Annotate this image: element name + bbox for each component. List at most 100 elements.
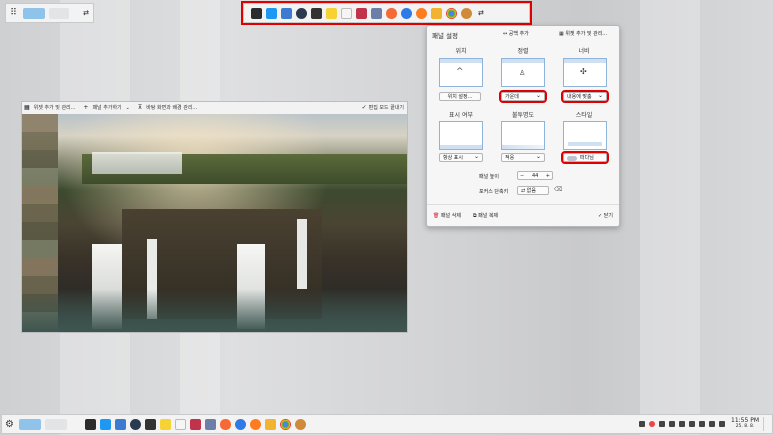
delete-panel-button[interactable]: 🗑 패널 삭제	[433, 212, 461, 219]
office-icon[interactable]	[205, 418, 216, 430]
style-value: 떠다님	[580, 155, 594, 161]
wallpaper-image	[22, 114, 407, 332]
position-label: 위치	[455, 48, 467, 55]
panel-height-value: 44	[532, 173, 539, 179]
shortcut-label: 포커스 단축키	[479, 189, 509, 195]
divider	[427, 204, 619, 205]
style-preview[interactable]	[563, 121, 607, 150]
tray-expand-icon[interactable]	[719, 421, 725, 427]
desktop-preview-window: ▦ 위젯 추가 및 관리... + 패널 추가하기 ⌄ ⊼ 바탕 화면과 배경 …	[21, 101, 408, 333]
firefox-alt-icon[interactable]	[401, 7, 412, 19]
settings-icon[interactable]	[295, 418, 306, 430]
chrome-icon[interactable]	[446, 7, 457, 19]
panel-height-stepper[interactable]: − 44 +	[517, 171, 553, 180]
shortcut-button[interactable]: ⇄ 없음	[517, 186, 549, 195]
files-icon[interactable]	[115, 418, 126, 430]
panel-menu-icon[interactable]: ⇄	[478, 9, 484, 17]
settings-icon[interactable]	[461, 7, 472, 19]
firefox-icon[interactable]	[416, 7, 427, 19]
terminal-icon[interactable]	[251, 7, 262, 19]
wallpaper-icon: ⊼	[137, 104, 143, 111]
add-icon: +	[83, 104, 89, 111]
firefox-icon[interactable]	[250, 418, 261, 430]
color-icon[interactable]	[649, 421, 655, 427]
volume-icon[interactable]	[699, 421, 705, 427]
pager-icon[interactable]	[19, 418, 41, 430]
add-widget-button[interactable]: ▦ 위젯 추가 및 관리...	[559, 30, 607, 37]
firefox-alt-icon[interactable]	[235, 418, 246, 430]
pager-icon[interactable]	[23, 7, 45, 19]
network-icon[interactable]	[679, 421, 685, 427]
add-spacer-label: 공백 추가	[508, 31, 529, 37]
brightness-icon[interactable]	[689, 421, 695, 427]
konsole-icon[interactable]	[311, 7, 322, 19]
increase-height-button[interactable]: +	[546, 172, 550, 181]
add-panel-link[interactable]: 패널 추가하기	[92, 104, 121, 111]
add-widget-link[interactable]: 위젯 추가 및 관리...	[34, 104, 76, 111]
opacity-preview[interactable]	[501, 121, 545, 150]
width-select[interactable]: 내용에 맞춤	[561, 90, 609, 103]
notes-icon[interactable]	[326, 7, 337, 19]
pen-icon[interactable]	[431, 7, 442, 19]
toggle-switch[interactable]	[567, 156, 577, 161]
visibility-label: 표시 여부	[449, 112, 473, 119]
panel-menu-icon[interactable]: ⇄	[83, 9, 89, 17]
calendar-icon[interactable]	[341, 7, 352, 19]
alignment-select[interactable]: 가운데	[499, 90, 547, 103]
panel-height-label: 패널 높이	[479, 174, 499, 180]
add-spacer-button[interactable]: ↔ 공백 추가	[503, 30, 529, 37]
close-button[interactable]: ✓ 닫기	[598, 212, 613, 219]
pen-icon[interactable]	[265, 418, 276, 430]
align-center-icon: ♙	[519, 69, 526, 77]
width-preview[interactable]: ✣	[563, 58, 607, 87]
decrease-height-button[interactable]: −	[520, 172, 524, 181]
battery-icon[interactable]	[709, 421, 715, 427]
kickoff-icon[interactable]: ⠿	[8, 8, 19, 19]
chevron-up-icon: ^	[456, 67, 464, 77]
copy-panel-button[interactable]: ⧉ 패널 복제	[473, 212, 498, 219]
calendar-icon[interactable]	[175, 418, 186, 430]
opacity-label: 불투명도	[511, 112, 535, 119]
files-icon[interactable]	[281, 7, 292, 19]
clear-shortcut-icon[interactable]: ⌫	[554, 186, 562, 193]
opacity-select[interactable]: 적응	[501, 152, 545, 162]
konsole-icon[interactable]	[145, 418, 156, 430]
alignment-preview[interactable]: ♙	[501, 58, 545, 87]
close-label: 닫기	[603, 213, 613, 219]
brave-icon[interactable]	[220, 418, 231, 430]
dolphin-icon[interactable]	[100, 418, 111, 430]
position-preview[interactable]: ^	[439, 58, 483, 87]
browser-dark-icon[interactable]	[130, 418, 141, 430]
delete-panel-label: 패널 삭제	[440, 213, 461, 219]
application-launcher-icon[interactable]: ⚙	[4, 419, 15, 430]
notes-icon[interactable]	[160, 418, 171, 430]
dialog-title: 패널 설정	[432, 32, 458, 40]
browser-dark-icon[interactable]	[296, 7, 307, 19]
exit-edit-mode-button[interactable]: 편집 모드 끝내기	[369, 104, 404, 111]
dolphin-icon[interactable]	[266, 7, 277, 19]
clock-date: 25. 8. 8.	[735, 424, 755, 429]
clipboard-icon[interactable]	[659, 421, 665, 427]
office-icon[interactable]	[371, 7, 382, 19]
task-area	[49, 7, 69, 19]
panel-settings-dialog: 패널 설정 ↔ 공백 추가 ▦ 위젯 추가 및 관리... 위치 정렬 너비 ^…	[426, 25, 620, 227]
fit-content-icon: ✣	[580, 67, 587, 76]
check-icon: ✓	[361, 104, 367, 111]
terminal-icon[interactable]	[85, 418, 96, 430]
set-position-button[interactable]: 위치 설정...	[439, 92, 481, 101]
display-icon[interactable]	[669, 421, 675, 427]
chrome-icon[interactable]	[280, 418, 291, 430]
notification-icon[interactable]	[639, 421, 645, 427]
width-label: 너비	[578, 48, 590, 55]
shortcut-value: 없음	[526, 188, 536, 194]
style-toggle[interactable]: 떠다님	[561, 151, 609, 164]
screenshot-icon[interactable]	[190, 418, 201, 430]
digital-clock[interactable]: 11:55 PM 25. 8. 8.	[731, 418, 759, 430]
visibility-select[interactable]: 항상 표시	[439, 152, 483, 162]
visibility-preview[interactable]	[439, 121, 483, 150]
configure-desktop-link[interactable]: 바탕 화면과 배경 관리...	[146, 104, 197, 111]
show-desktop-button[interactable]	[763, 417, 772, 431]
widget-icon: ▦	[24, 104, 30, 111]
screenshot-icon[interactable]	[356, 7, 367, 19]
brave-icon[interactable]	[386, 7, 397, 19]
